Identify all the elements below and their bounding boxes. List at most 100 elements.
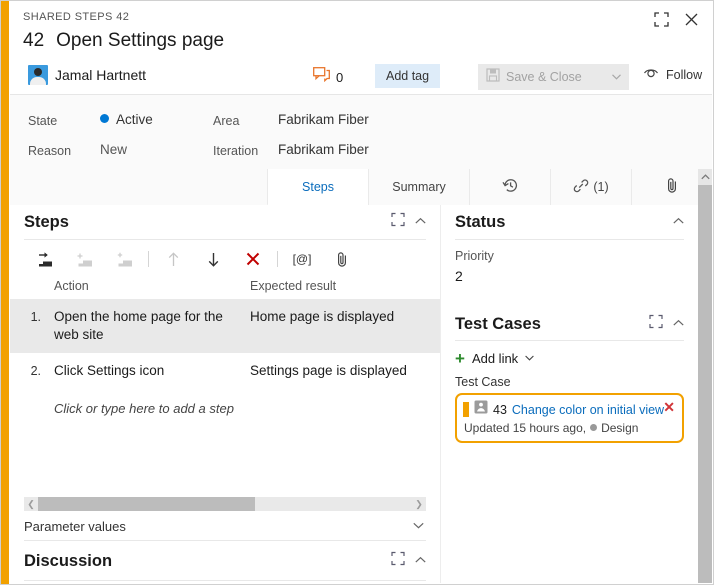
steps-horizontal-scrollbar[interactable]: ❮ ❯ <box>24 497 426 511</box>
step-expected-result[interactable]: Home page is displayed <box>250 308 440 344</box>
expand-discussion-icon[interactable] <box>391 551 405 571</box>
field-label-reason: Reason <box>28 144 72 158</box>
comment-count-button[interactable]: 0 <box>313 67 343 87</box>
move-down-icon[interactable] <box>193 246 233 272</box>
parameter-values-section[interactable]: Parameter values <box>24 512 426 541</box>
add-tag-button[interactable]: Add tag <box>375 64 441 88</box>
comment-icon <box>313 67 330 87</box>
test-case-icon <box>474 400 488 419</box>
field-summary: State Active Reason New Area Fabrikam Fi… <box>10 95 712 169</box>
link-group-label: Test Case <box>455 375 511 389</box>
work-item-type-color-bar <box>463 402 469 417</box>
test-cases-section-header: Test Cases <box>455 308 684 341</box>
step-action[interactable]: Click Settings icon <box>50 362 250 380</box>
parameter-icon[interactable]: [@] <box>282 246 322 272</box>
table-row[interactable]: 2. Click Settings icon Settings page is … <box>10 353 440 389</box>
test-case-link-card[interactable]: 43 Change color on initial view ✕ Update… <box>455 393 684 443</box>
save-icon <box>486 67 500 87</box>
step-action[interactable]: Open the home page for the web site <box>50 308 250 344</box>
assigned-to[interactable]: Jamal Hartnett <box>28 65 146 85</box>
test-cases-section: Test Cases + Add link Test Case 43 Chang… <box>441 308 698 443</box>
field-value-reason[interactable]: New <box>100 142 127 157</box>
test-cases-title: Test Cases <box>455 314 541 333</box>
field-label-area: Area <box>213 114 240 128</box>
breadcrumb: SHARED STEPS 42 <box>23 11 130 23</box>
test-case-state: Design <box>601 421 639 435</box>
state-dot-icon <box>100 114 109 123</box>
step-expected-result[interactable]: Settings page is displayed <box>250 362 440 380</box>
close-icon[interactable] <box>678 7 704 31</box>
delete-step-icon[interactable] <box>233 246 273 272</box>
column-header-expected: Expected result <box>250 279 337 293</box>
maximize-icon[interactable] <box>648 7 674 31</box>
steps-toolbar: [@] <box>10 240 440 276</box>
collapse-discussion-chevron-up-icon[interactable] <box>415 556 426 567</box>
avatar <box>28 65 48 85</box>
steps-title: Steps <box>24 212 69 231</box>
tab-bar: Steps Summary (1) <box>10 169 712 206</box>
priority-label: Priority <box>455 249 494 263</box>
scroll-thumb[interactable] <box>38 497 255 511</box>
add-step-placeholder[interactable]: Click or type here to add a step <box>10 389 440 416</box>
save-and-close-button[interactable]: Save & Close <box>478 64 603 90</box>
field-value-state[interactable]: Active <box>100 112 153 127</box>
plus-icon: + <box>455 348 465 368</box>
field-label-state: State <box>28 114 58 128</box>
tab-links[interactable]: (1) <box>550 169 631 205</box>
step-number: 1. <box>30 310 41 324</box>
step-attachment-icon[interactable] <box>322 246 362 272</box>
history-icon <box>501 177 519 197</box>
header-toolbar: Jamal Hartnett 0 Add tag Save & Close Fo… <box>23 64 702 92</box>
steps-section-header: Steps <box>24 205 426 240</box>
scroll-left-icon[interactable]: ❮ <box>24 497 38 511</box>
save-options-chevron-down-icon[interactable] <box>603 64 629 90</box>
test-case-updated-text: Updated 15 hours ago, <box>464 421 587 435</box>
tab-steps[interactable]: Steps <box>267 169 368 206</box>
collapse-test-cases-chevron-up-icon[interactable] <box>673 319 684 330</box>
collapse-steps-chevron-up-icon[interactable] <box>415 217 426 228</box>
table-row[interactable]: 1. Open the home page for the web site H… <box>10 299 440 353</box>
assignee-name: Jamal Hartnett <box>55 67 147 83</box>
scroll-up-icon[interactable] <box>698 169 712 185</box>
collapse-status-chevron-up-icon[interactable] <box>673 217 684 228</box>
follow-button[interactable]: Follow <box>643 66 702 84</box>
parameter-values-chevron-down-icon[interactable] <box>413 520 424 532</box>
status-section: Status Priority 2 <box>441 205 698 284</box>
expand-test-cases-icon[interactable] <box>649 314 663 334</box>
test-case-subtitle: Updated 15 hours ago, Design <box>463 421 675 435</box>
form-header: SHARED STEPS 42 42 Open Settings page Ja… <box>10 2 712 95</box>
save-and-close-label: Save & Close <box>506 70 582 84</box>
priority-value[interactable]: 2 <box>455 268 684 284</box>
link-icon <box>573 178 589 196</box>
scroll-track[interactable] <box>38 497 412 511</box>
toolbar-divider <box>148 251 149 267</box>
steps-pane: Steps [@] Action Expected result 1. Open… <box>10 205 441 583</box>
field-value-iteration[interactable]: Fabrikam Fiber <box>278 142 369 157</box>
tab-history[interactable] <box>469 169 550 205</box>
details-pane: Status Priority 2 Test Cases + Add link … <box>441 205 698 583</box>
expand-steps-icon[interactable] <box>391 212 405 232</box>
comment-count: 0 <box>336 69 344 85</box>
steps-column-headers: Action Expected result <box>10 276 440 299</box>
move-up-icon <box>153 246 193 272</box>
status-section-header: Status <box>455 205 684 240</box>
tab-summary[interactable]: Summary <box>368 169 469 205</box>
field-value-area[interactable]: Fabrikam Fiber <box>278 112 369 127</box>
work-item-form: SHARED STEPS 42 42 Open Settings page Ja… <box>0 0 714 585</box>
page-title[interactable]: Open Settings page <box>56 30 224 52</box>
discussion-title: Discussion <box>24 551 113 570</box>
scroll-thumb[interactable] <box>698 185 712 583</box>
work-item-id: 42 <box>23 30 45 51</box>
add-link-chevron-down-icon[interactable] <box>525 353 534 364</box>
test-case-title-link[interactable]: Change color on initial view <box>512 403 664 417</box>
links-count: (1) <box>593 180 609 194</box>
insert-shared-step-icon <box>64 246 104 272</box>
toolbar-divider-2 <box>277 251 278 267</box>
insert-step-icon[interactable] <box>24 246 64 272</box>
follow-label: Follow <box>666 68 703 82</box>
step-number: 2. <box>30 364 41 378</box>
remove-link-icon[interactable]: ✕ <box>663 400 675 414</box>
add-link-button[interactable]: + Add link <box>455 348 684 368</box>
scroll-right-icon[interactable]: ❯ <box>412 497 426 511</box>
form-vertical-scrollbar[interactable] <box>698 169 712 583</box>
